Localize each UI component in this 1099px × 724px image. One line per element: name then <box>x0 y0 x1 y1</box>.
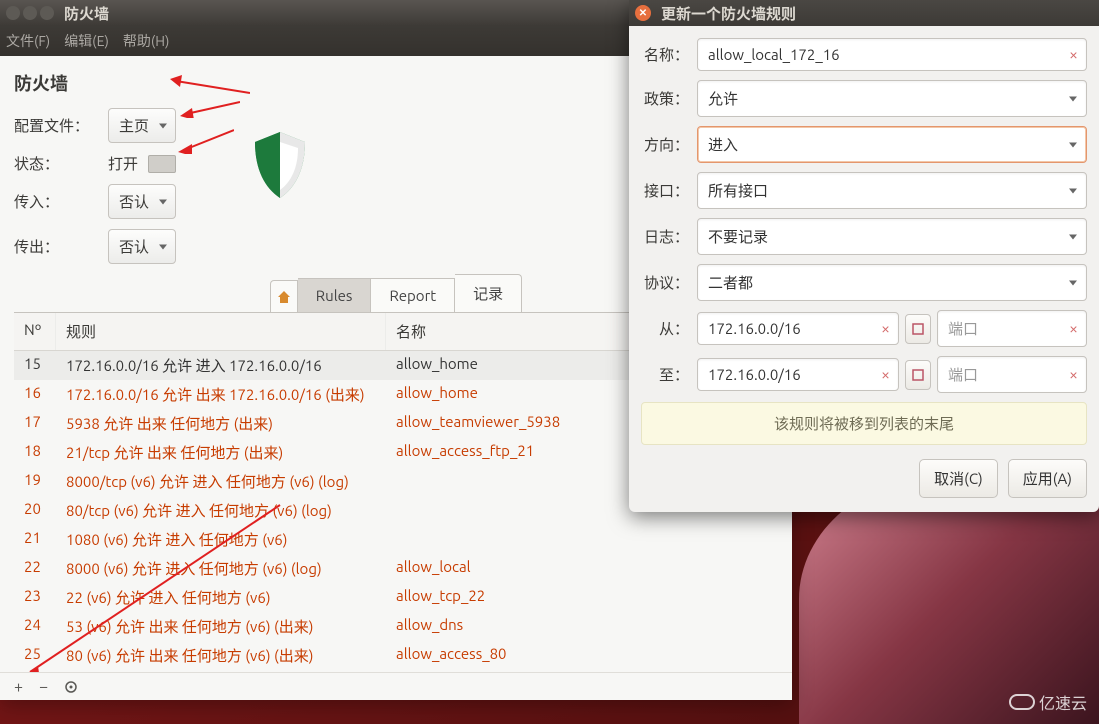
dialog-close-icon[interactable]: ✕ <box>635 5 651 21</box>
menu-help[interactable]: 帮助(H) <box>123 31 170 51</box>
tab-rules[interactable]: Rules <box>298 278 372 312</box>
profile-label: 配置文件： <box>14 115 102 136</box>
cell-no: 15 <box>14 351 56 380</box>
shield-icon <box>250 130 310 200</box>
profile-combo[interactable]: 主页 <box>108 108 176 143</box>
cell-name: allow_tcp_22 <box>386 583 778 612</box>
remove-rule-button[interactable]: − <box>39 678 48 696</box>
to-port-input[interactable]: 端口× <box>937 356 1087 393</box>
clear-to-port-icon[interactable]: × <box>1069 366 1078 384</box>
home-button[interactable] <box>270 280 298 312</box>
cell-no: 18 <box>14 438 56 467</box>
cell-rule: 8000/tcp (v6) 允许 进入 任何地方 (v6) (log) <box>56 467 386 496</box>
cell-rule: 172.16.0.0/16 允许 出来 172.16.0.0/16 (出来) <box>56 380 386 409</box>
tab-log[interactable]: 记录 <box>455 274 522 312</box>
arrow-annotation-1 <box>170 75 250 95</box>
incoming-label: 传入： <box>14 191 102 212</box>
update-rule-dialog: ✕ 更新一个防火墙规则 名称： allow_local_172_16× 政策： … <box>629 0 1099 512</box>
bottom-toolbar: + − <box>0 672 792 700</box>
incoming-combo[interactable]: 否认 <box>108 184 176 219</box>
arrow-annotation-long <box>20 500 290 680</box>
to-address-input[interactable]: 172.16.0.0/16× <box>697 358 899 391</box>
dialog-title: 更新一个防火墙规则 <box>661 3 796 24</box>
cancel-button[interactable]: 取消(C) <box>919 459 998 498</box>
clear-from-addr-icon[interactable]: × <box>881 320 890 338</box>
clear-name-icon[interactable]: × <box>1069 46 1078 64</box>
direction-combo[interactable]: 进入 <box>697 126 1087 163</box>
swap-icon <box>911 368 925 382</box>
arrow-annotation-2 <box>180 100 240 118</box>
direction-label: 方向： <box>641 134 689 155</box>
swap-icon <box>911 322 925 336</box>
dialog-titlebar[interactable]: ✕ 更新一个防火墙规则 <box>629 0 1099 26</box>
log-combo[interactable]: 不要记录 <box>697 218 1087 255</box>
cell-no: 16 <box>14 380 56 409</box>
clear-from-port-icon[interactable]: × <box>1069 320 1078 338</box>
policy-combo[interactable]: 允许 <box>697 80 1087 117</box>
cell-name: allow_access_80 <box>386 641 778 670</box>
cell-no: 19 <box>14 467 56 496</box>
cell-name: allow_dns <box>386 612 778 641</box>
arrow-annotation-3 <box>178 128 234 154</box>
outgoing-label: 传出： <box>14 236 102 257</box>
notice-banner: 该规则将被移到列表的末尾 <box>641 402 1087 445</box>
cell-name <box>386 525 778 554</box>
status-text: 打开 <box>108 153 138 174</box>
swap-from-button[interactable] <box>905 314 931 344</box>
apply-button[interactable]: 应用(A) <box>1008 459 1087 498</box>
name-input[interactable]: allow_local_172_16× <box>697 38 1087 71</box>
window-minimize-icon[interactable] <box>23 6 37 20</box>
menu-edit[interactable]: 编辑(E) <box>64 31 109 51</box>
tab-report[interactable]: Report <box>371 278 455 312</box>
add-rule-button[interactable]: + <box>14 678 23 696</box>
status-label: 状态： <box>14 153 102 174</box>
name-label: 名称： <box>641 44 689 65</box>
window-maximize-icon[interactable] <box>40 6 54 20</box>
cell-rule: 172.16.0.0/16 允许 进入 172.16.0.0/16 <box>56 351 386 380</box>
log-label: 日志： <box>641 226 689 247</box>
window-title: 防火墙 <box>64 3 109 24</box>
col-header-rule[interactable]: 规则 <box>56 313 386 350</box>
swap-to-button[interactable] <box>905 360 931 390</box>
interface-label: 接口： <box>641 180 689 201</box>
status-switch[interactable] <box>148 155 176 173</box>
window-close-icon[interactable] <box>6 6 20 20</box>
policy-label: 政策： <box>641 88 689 109</box>
gear-icon[interactable] <box>64 680 78 694</box>
cell-name: allow_local <box>386 554 778 583</box>
protocol-combo[interactable]: 二者都 <box>697 264 1087 301</box>
to-label: 至： <box>641 364 689 385</box>
watermark: 亿速云 <box>1009 690 1087 714</box>
cell-no: 17 <box>14 409 56 438</box>
interface-combo[interactable]: 所有接口 <box>697 172 1087 209</box>
col-header-no[interactable]: Nº <box>14 313 56 350</box>
protocol-label: 协议： <box>641 272 689 293</box>
home-icon <box>276 289 292 305</box>
cell-rule: 21/tcp 允许 出来 任何地方 (出来) <box>56 438 386 467</box>
outgoing-combo[interactable]: 否认 <box>108 229 176 264</box>
from-address-input[interactable]: 172.16.0.0/16× <box>697 312 899 345</box>
menu-file[interactable]: 文件(F) <box>6 31 50 51</box>
from-label: 从： <box>641 318 689 339</box>
from-port-input[interactable]: 端口× <box>937 310 1087 347</box>
cell-rule: 5938 允许 出来 任何地方 (出来) <box>56 409 386 438</box>
cloud-icon <box>1009 694 1035 710</box>
clear-to-addr-icon[interactable]: × <box>881 366 890 384</box>
